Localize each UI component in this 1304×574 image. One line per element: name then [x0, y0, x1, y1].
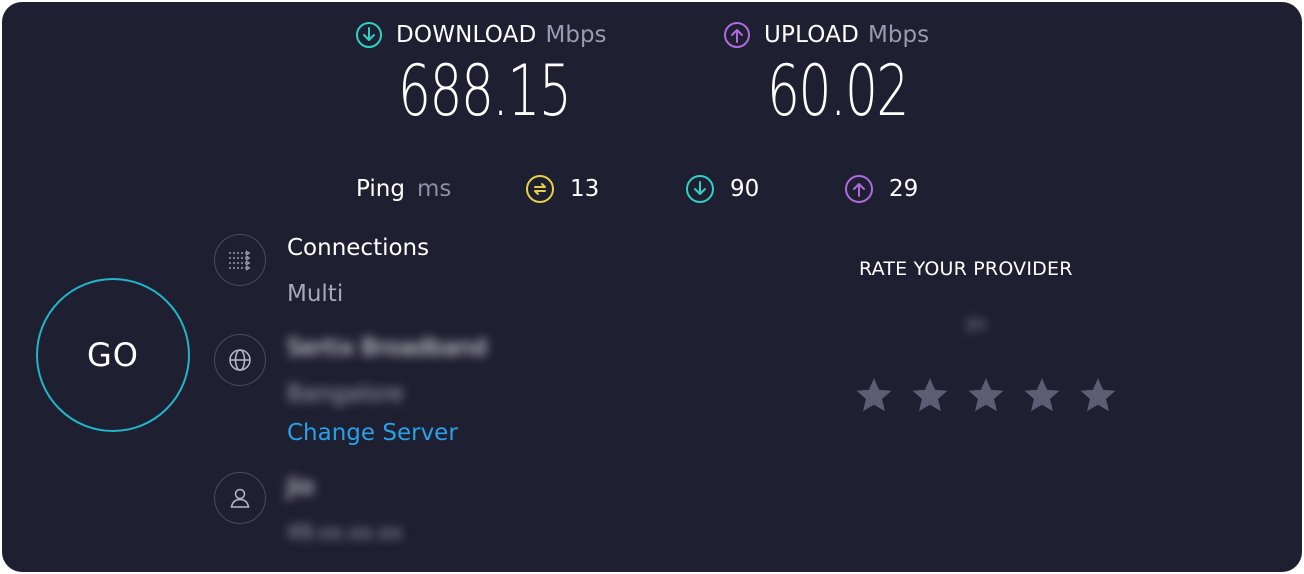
rate-provider-heading: RATE YOUR PROVIDER — [859, 258, 1073, 280]
go-button-label: GO — [87, 336, 139, 374]
globe-icon — [214, 334, 266, 386]
download-metric: DOWNLOAD Mbps — [356, 20, 607, 50]
arrow-down-circle-icon — [686, 175, 714, 203]
ping-idle-value: 13 — [570, 176, 600, 202]
ping-unit: ms — [416, 176, 452, 202]
arrow-up-circle-icon — [845, 175, 873, 203]
connections-title: Connections — [287, 235, 430, 261]
star-1-icon[interactable] — [853, 374, 895, 416]
user-provider: Jio — [287, 474, 315, 500]
download-label: DOWNLOAD — [396, 22, 537, 48]
download-value: 688.15 — [398, 50, 572, 132]
ping-upload-latency-value: 29 — [889, 176, 919, 202]
ping-upload-latency: 29 — [845, 172, 918, 206]
user-icon — [214, 472, 266, 524]
ping-row: Ping ms — [356, 172, 451, 206]
arrow-down-circle-icon — [356, 22, 382, 48]
ping-label: Ping — [356, 176, 405, 202]
star-rating — [853, 374, 1119, 416]
speedtest-panel: DOWNLOAD Mbps 688.15 UPLOAD Mbps 60.02 P… — [2, 2, 1302, 572]
arrow-up-circle-icon — [724, 22, 750, 48]
ping-idle: 13 — [526, 172, 599, 206]
connections-value: Multi — [287, 281, 344, 307]
upload-unit: Mbps — [868, 22, 930, 48]
upload-label: UPLOAD — [764, 22, 860, 48]
ping-idle-icon — [526, 175, 554, 203]
ping-download-latency: 90 — [686, 172, 759, 206]
ping-download-latency-value: 90 — [730, 176, 760, 202]
rate-provider-name: Jio — [967, 314, 986, 333]
server-provider: Sertix Broadband — [287, 335, 487, 361]
star-3-icon[interactable] — [965, 374, 1007, 416]
upload-metric: UPLOAD Mbps — [724, 20, 929, 50]
user-ip: 49.xx.xx.xx — [287, 520, 403, 544]
change-server-link[interactable]: Change Server — [287, 420, 458, 446]
upload-value: 60.02 — [767, 50, 909, 132]
star-4-icon[interactable] — [1021, 374, 1063, 416]
go-button[interactable]: GO — [36, 278, 190, 432]
star-5-icon[interactable] — [1077, 374, 1119, 416]
download-unit: Mbps — [545, 22, 607, 48]
server-location: Bangalore — [287, 381, 404, 407]
star-2-icon[interactable] — [909, 374, 951, 416]
connections-icon[interactable] — [214, 234, 266, 286]
